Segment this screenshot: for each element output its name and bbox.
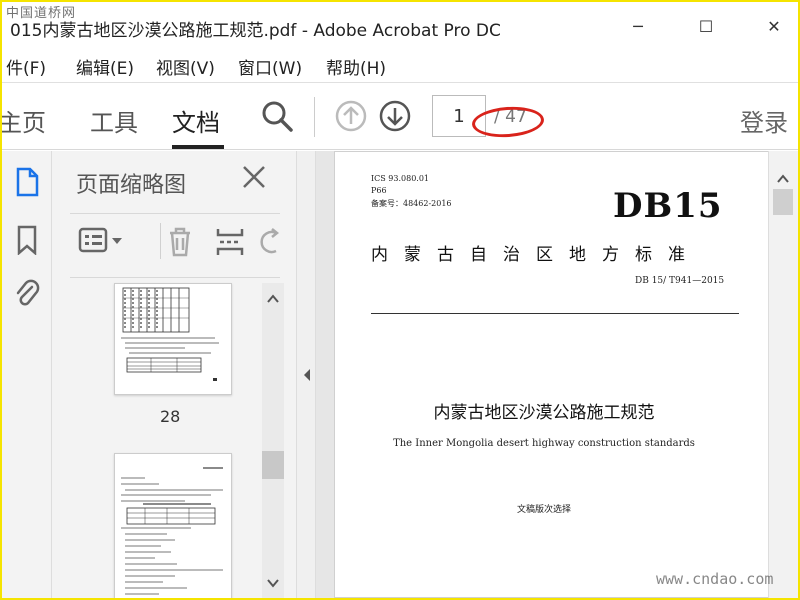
tool-separator (160, 223, 161, 259)
app-window: 015内蒙古地区沙漠公路施工规范.pdf - Adobe Acrobat Pro… (2, 2, 798, 598)
doc-rule (371, 313, 739, 314)
thumbnails-panel: 页面缩略图 28 (52, 151, 296, 598)
extract-pages-icon[interactable] (214, 225, 246, 263)
scroll-up-icon[interactable] (776, 169, 790, 188)
doc-title-cn: 内蒙古地区沙漠公路施工规范 (433, 403, 655, 423)
document-view[interactable]: ICS 93.080.01 P66 备案号：48462-2016 DB15 内蒙… (316, 151, 768, 598)
search-icon[interactable] (260, 99, 294, 137)
doc-db-code: DB15 (613, 186, 723, 226)
tab-tools[interactable]: 工具 (90, 103, 138, 138)
menu-edit[interactable]: 编辑(E) (76, 54, 134, 79)
tab-document[interactable]: 文档 (172, 103, 220, 138)
panel-title: 页面缩略图 (76, 173, 187, 198)
rotate-icon[interactable] (260, 225, 280, 263)
attachment-icon[interactable] (12, 279, 42, 309)
doc-record-number: 备案号：48462-2016 (371, 199, 452, 208)
watermark-bottom: www.cndao.com (656, 570, 774, 588)
tab-home[interactable]: 主页 (2, 103, 46, 138)
menu-window[interactable]: 窗口(W) (238, 54, 302, 79)
thumbnail-page-label: 28 (160, 407, 181, 426)
thumbnails-scrollbar[interactable] (262, 283, 284, 598)
close-icon[interactable] (240, 163, 268, 197)
maximize-button[interactable]: ☐ (686, 12, 726, 40)
scroll-up-icon[interactable] (266, 289, 280, 308)
document-page: ICS 93.080.01 P66 备案号：48462-2016 DB15 内蒙… (334, 151, 768, 598)
menu-help[interactable]: 帮助(H) (326, 54, 386, 79)
menu-view[interactable]: 视图(V) (156, 54, 215, 79)
title-bar: 015内蒙古地区沙漠公路施工规范.pdf - Adobe Acrobat Pro… (2, 2, 798, 46)
watermark-top: 中国道桥网 (6, 6, 77, 21)
collapse-left-icon[interactable] (302, 367, 312, 386)
page-thumbnail-28[interactable] (114, 283, 232, 395)
minimize-button[interactable]: ─ (618, 12, 658, 40)
close-button[interactable]: ✕ (754, 12, 794, 40)
menu-bar: 件(F) 编辑(E) 视图(V) 窗口(W) 帮助(H) (2, 48, 798, 80)
delete-icon[interactable] (164, 225, 196, 263)
panel-divider (70, 213, 280, 214)
page-thumbnail-next[interactable] (114, 453, 232, 598)
doc-title-en: The Inner Mongolia desert highway constr… (393, 438, 695, 449)
document-scrollbar[interactable] (768, 151, 798, 598)
thumbnails-scroll-thumb[interactable] (262, 451, 284, 479)
doc-ics: ICS 93.080.01 (371, 174, 430, 183)
document-scroll-thumb[interactable] (773, 189, 793, 215)
next-page-icon[interactable] (378, 99, 412, 137)
main-toolbar: 主页 工具 文档 1 / 47 登录 (2, 82, 798, 150)
panel-divider (70, 277, 280, 278)
window-title: 015内蒙古地区沙漠公路施工规范.pdf - Adobe Acrobat Pro… (10, 21, 501, 41)
panel-collapse-handle[interactable] (296, 151, 316, 598)
page-thumbnails-icon[interactable] (12, 167, 42, 197)
bookmark-icon[interactable] (12, 225, 42, 255)
previous-page-icon[interactable] (334, 99, 368, 137)
doc-p-code: P66 (371, 186, 387, 195)
doc-edition: 文稿版次选择 (516, 505, 571, 515)
doc-region-standard: 内蒙古自治区地方标准 (371, 245, 701, 265)
navigation-strip (2, 151, 52, 598)
menu-file[interactable]: 件(F) (6, 54, 46, 79)
doc-standard-number: DB 15/ T941—2015 (635, 276, 725, 286)
login-button[interactable]: 登录 (740, 103, 788, 138)
options-menu-icon[interactable] (78, 225, 126, 261)
scroll-down-icon[interactable] (266, 573, 280, 592)
active-tab-indicator (172, 145, 224, 149)
toolbar-separator (314, 97, 315, 137)
